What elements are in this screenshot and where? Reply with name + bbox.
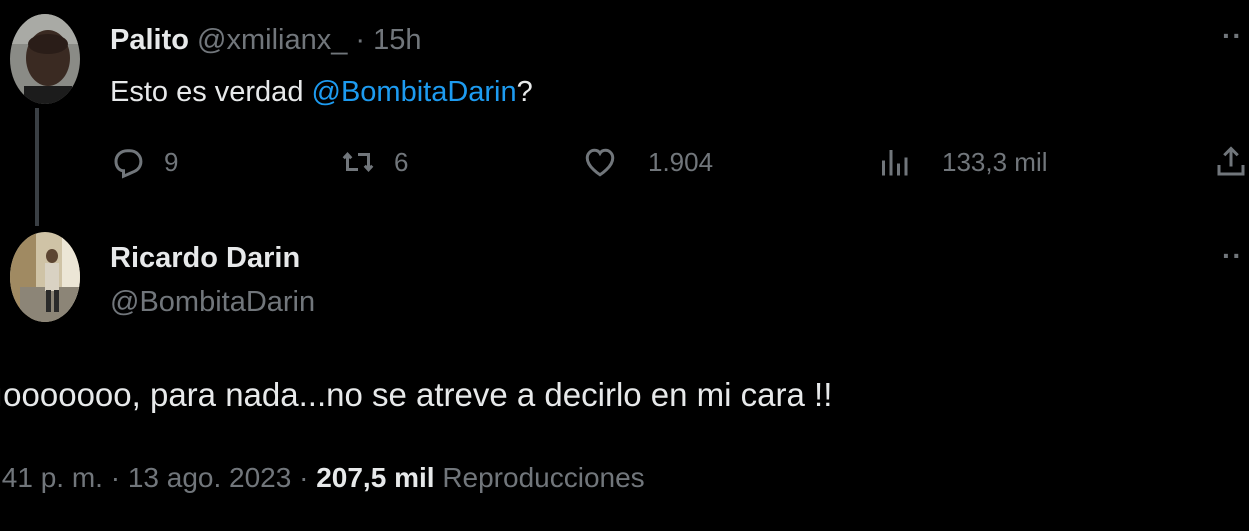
share-icon xyxy=(1217,146,1245,176)
avatar-ricardo-darin[interactable] xyxy=(10,232,80,322)
author-name[interactable]: Ricardo Darin xyxy=(110,238,300,278)
more-options-icon[interactable]: ·· xyxy=(1222,242,1243,270)
tweet1-actions: 9 6 1.904 133,3 mil xyxy=(0,140,1249,184)
separator: · xyxy=(355,24,366,56)
reply-icon xyxy=(114,149,143,179)
views-count: 207,5 mil xyxy=(316,462,435,493)
views-chart-icon xyxy=(882,150,908,176)
views-button[interactable]: 133,3 mil xyxy=(876,140,1048,184)
retweet-button[interactable]: 6 xyxy=(340,140,408,184)
tweet2-meta: :41 p. m. · 13 ago. 2023 · 207,5 mil Rep… xyxy=(0,458,645,498)
retweet-icon xyxy=(342,151,374,173)
share-button[interactable] xyxy=(1213,140,1249,184)
tweet-date[interactable]: 13 ago. 2023 xyxy=(128,462,292,493)
reply-button[interactable]: 9 xyxy=(110,140,178,184)
more-options-icon[interactable]: ·· xyxy=(1222,22,1243,50)
reply-count: 9 xyxy=(164,146,179,177)
retweet-count: 6 xyxy=(394,146,409,177)
tweet2-text: ıooooooo, para nada...no se atreve a dec… xyxy=(0,376,833,413)
author-handle[interactable]: @xmilianx_ xyxy=(197,24,347,56)
tweet-time[interactable]: 15h xyxy=(373,24,421,56)
mention-link[interactable]: @BombitaDarin xyxy=(312,76,517,108)
like-button[interactable]: 1.904 xyxy=(582,140,713,184)
tweet1-text: Esto es verdad @BombitaDarin? xyxy=(110,72,533,112)
heart-icon xyxy=(585,148,615,177)
tweet-time[interactable]: :41 p. m. xyxy=(0,462,103,493)
views-label: Reproducciones xyxy=(442,462,645,493)
author-name[interactable]: Palito xyxy=(110,24,189,56)
tweet1-header: Palito @xmilianx_ · 15h xyxy=(110,20,422,60)
separator: · xyxy=(299,462,309,493)
avatar-palito[interactable] xyxy=(10,14,80,104)
views-count: 133,3 mil xyxy=(942,146,1048,177)
like-count: 1.904 xyxy=(648,146,714,177)
separator: · xyxy=(110,462,121,493)
tweet-thread: Palito @xmilianx_ · 15h ·· Esto es verda… xyxy=(0,0,1249,531)
author-handle[interactable]: @BombitaDarin xyxy=(110,282,315,322)
tweet-text-after: ? xyxy=(516,76,533,108)
avatar-image xyxy=(10,14,80,104)
avatar-image xyxy=(10,232,80,322)
tweet-text-before: Esto es verdad xyxy=(110,76,312,108)
